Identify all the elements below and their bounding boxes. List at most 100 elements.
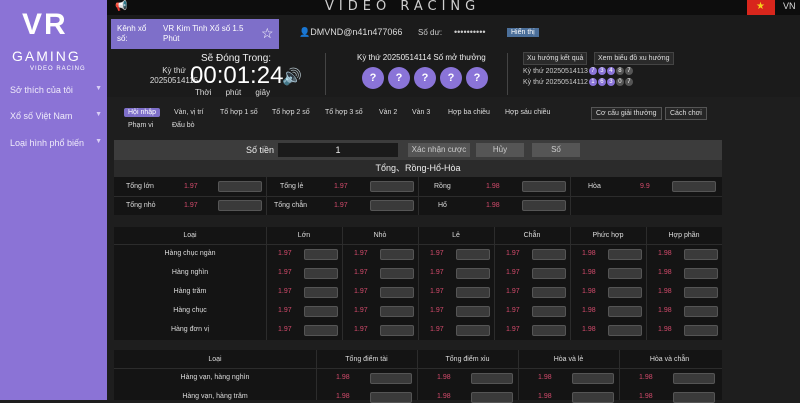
prize-structure-button[interactable]: Cơ cấu giải thưởng <box>591 107 662 120</box>
bet-input[interactable] <box>532 325 566 336</box>
bet-input[interactable] <box>380 306 414 317</box>
bet-input[interactable] <box>304 325 338 336</box>
tab-pham-vi[interactable]: Phạm vi <box>128 122 153 129</box>
bet-label: Hổ <box>438 202 447 209</box>
odds-value: 1.97 <box>334 183 348 190</box>
how-to-play-button[interactable]: Cách chơi <box>665 107 707 120</box>
show-balance-button[interactable]: Hiển thị <box>507 28 539 37</box>
sidebar: VR GAMING VIDEO RACING Sở thích của tôi ▼… <box>0 0 107 400</box>
bet-input[interactable] <box>572 392 614 403</box>
bet-input[interactable] <box>673 373 715 384</box>
row-label: Hàng đơn vị <box>170 326 210 333</box>
tab-to-hop-2[interactable]: Tổ hợp 2 số <box>272 109 310 116</box>
bet-input[interactable] <box>370 392 412 403</box>
bet-input[interactable] <box>522 181 566 192</box>
odds-value: 1.98 <box>639 393 653 400</box>
odds-value: 1.98 <box>486 183 500 190</box>
bet-input[interactable] <box>218 181 262 192</box>
bet-input[interactable] <box>572 373 614 384</box>
vietnam-flag-icon[interactable]: ★ <box>747 0 775 15</box>
bet-input[interactable] <box>608 249 642 260</box>
bet-input[interactable] <box>218 200 262 211</box>
trend-chart-button[interactable]: Xem biểu đồ xu hướng <box>594 52 674 65</box>
odds-value: 9.9 <box>640 183 650 190</box>
bet-input[interactable] <box>532 249 566 260</box>
result-ball: ? <box>414 67 436 89</box>
bet-input[interactable] <box>304 306 338 317</box>
tab-to-hop-1[interactable]: Tổ hợp 1 số <box>220 109 258 116</box>
amount-input[interactable]: 1 <box>278 143 398 157</box>
bet-input[interactable] <box>380 268 414 279</box>
odds-value: 1.98 <box>658 326 672 333</box>
bet-amount-bar: Số tiền 1 Xác nhận cược Hủy Số <box>114 140 722 160</box>
countdown-timer: 00:01:24 <box>190 62 284 89</box>
chevron-down-icon: ▼ <box>95 111 102 118</box>
sidebar-item-popular[interactable]: Loại hình phổ biến ▼ <box>10 138 102 148</box>
bet-input[interactable] <box>304 287 338 298</box>
bet-input[interactable] <box>532 268 566 279</box>
bet-input[interactable] <box>684 287 718 298</box>
top-bar: 📢 VIDEO RACING ★ VN <box>107 0 800 15</box>
bet-input[interactable] <box>608 268 642 279</box>
balance-value: •••••••••• <box>454 27 486 37</box>
odds-value: 1.97 <box>278 269 292 276</box>
bet-input[interactable] <box>456 268 490 279</box>
bet-input[interactable] <box>608 306 642 317</box>
bet-input[interactable] <box>684 249 718 260</box>
cancel-button[interactable]: Hủy <box>476 143 524 157</box>
star-icon[interactable]: ☆ <box>261 25 274 42</box>
column-header: Lớn <box>297 232 311 239</box>
tab-dau-bo[interactable]: Đấu bò <box>172 122 195 129</box>
language-label[interactable]: VN <box>783 1 796 11</box>
sidebar-item-favorites[interactable]: Sở thích của tôi ▼ <box>10 85 102 95</box>
bet-input[interactable] <box>672 181 716 192</box>
bet-input[interactable] <box>471 373 513 384</box>
history-ball: 7 <box>624 67 633 75</box>
history-ball: 6 <box>597 78 606 86</box>
bet-input[interactable] <box>380 287 414 298</box>
bet-input[interactable] <box>522 200 566 211</box>
bet-input[interactable] <box>380 325 414 336</box>
bet-input[interactable] <box>304 249 338 260</box>
channel-box[interactable]: Kênh xổ số: VR Kim Tinh Xổ số 1.5 Phút ☆ <box>111 19 279 49</box>
tab-to-hop-3[interactable]: Tổ hợp 3 số <box>325 109 363 116</box>
bet-input[interactable] <box>684 325 718 336</box>
tab-van-3[interactable]: Vàn 3 <box>412 109 430 116</box>
bet-input[interactable] <box>532 306 566 317</box>
tab-hop-ba-chieu[interactable]: Hợp ba chiều <box>448 109 490 116</box>
speaker-icon[interactable]: 🔊 <box>282 67 302 87</box>
tab-hop-sau-chieu[interactable]: Hợp sáu chiều <box>505 109 550 116</box>
sidebar-item-vn-lottery[interactable]: Xổ số Việt Nam ▼ <box>10 111 102 121</box>
bet-input[interactable] <box>370 200 414 211</box>
tab-van-2[interactable]: Vàn 2 <box>379 109 397 116</box>
bet-input[interactable] <box>456 325 490 336</box>
history-period: Kỳ thứ 20250514113 <box>523 67 588 75</box>
bet-input[interactable] <box>608 325 642 336</box>
bet-input[interactable] <box>456 249 490 260</box>
megaphone-icon[interactable]: 📢 <box>115 1 127 12</box>
bet-input[interactable] <box>471 392 513 403</box>
bet-label: Rồng <box>434 183 451 190</box>
bet-label: Tổng nhỏ <box>126 202 156 209</box>
bet-input[interactable] <box>684 306 718 317</box>
tab-van-vi-tri[interactable]: Vàn, vị trí <box>174 109 204 116</box>
bet-input[interactable] <box>608 287 642 298</box>
bet-input[interactable] <box>370 373 412 384</box>
bet-input[interactable] <box>684 268 718 279</box>
confirm-bet-button[interactable]: Xác nhận cược <box>408 143 470 157</box>
bet-input[interactable] <box>673 392 715 403</box>
bet-input[interactable] <box>380 249 414 260</box>
trend-results-button[interactable]: Xu hướng kết quả <box>523 52 588 65</box>
sum-table: Tổng lớn 1.97 Tổng lẻ 1.97 Rồng 1.98 Hòa… <box>114 177 722 215</box>
bet-input[interactable] <box>456 306 490 317</box>
tab-hoi-nhap[interactable]: Hội nhập <box>124 108 161 117</box>
bet-input[interactable] <box>370 181 414 192</box>
bet-input[interactable] <box>456 287 490 298</box>
brand-logo[interactable]: VR GAMING VIDEO RACING <box>8 8 100 78</box>
bet-input[interactable] <box>304 268 338 279</box>
count-button[interactable]: Số <box>532 143 580 157</box>
bet-input[interactable] <box>532 287 566 298</box>
odds-value: 1.97 <box>430 288 444 295</box>
history-ball: 1 <box>588 78 597 86</box>
odds-value: 1.97 <box>278 307 292 314</box>
